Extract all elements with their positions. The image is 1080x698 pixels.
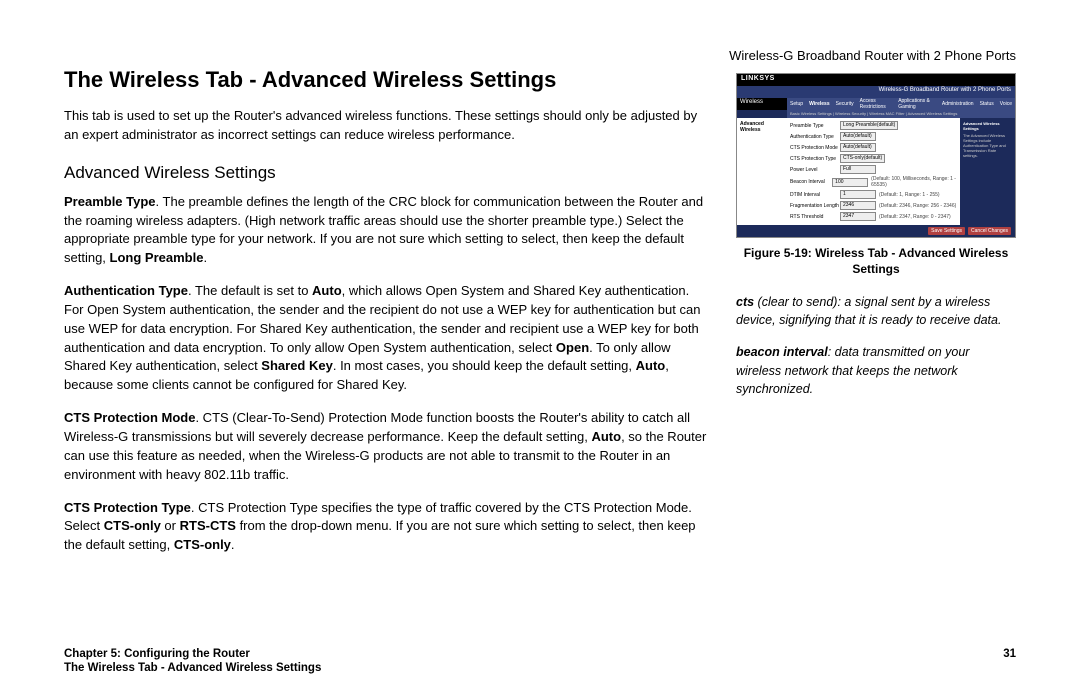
cts-type-lead: CTS Protection Type	[64, 500, 191, 515]
footer-section: The Wireless Tab - Advanced Wireless Set…	[64, 662, 1016, 674]
figure-form-row: Preamble TypeLong Preamble(default)	[790, 121, 957, 130]
figure-row-value: Long Preamble(default)	[840, 121, 898, 130]
preamble-tail-bold: Long Preamble	[110, 250, 204, 265]
footer-chapter: Chapter 5: Configuring the Router	[64, 648, 250, 660]
auth-b2: Open	[556, 340, 589, 355]
beacon-term: beacon interval	[736, 345, 828, 359]
figure-form-row: RTS Threshold2347(Default: 2347, Range: …	[790, 212, 957, 221]
tab-setup: Setup	[787, 101, 806, 107]
figure: LINKSYS Wireless-G Broadband Router with…	[736, 73, 1016, 277]
page-title: The Wireless Tab - Advanced Wireless Set…	[64, 67, 712, 93]
tab-admin: Administration	[939, 101, 977, 107]
side-label: Advanced Wireless	[737, 118, 787, 225]
figure-row-hint: (Default: 1, Range: 1 - 255)	[879, 192, 940, 198]
side-column: LINKSYS Wireless-G Broadband Router with…	[736, 67, 1016, 569]
cts-type-b3: CTS-only	[174, 537, 231, 552]
intro-paragraph: This tab is used to set up the Router's …	[64, 107, 712, 145]
figure-row-label: Fragmentation Length	[790, 203, 840, 209]
preamble-tail: .	[203, 250, 207, 265]
cts-def: (clear to send): a signal sent by a wire…	[736, 295, 1001, 327]
page-footer: Chapter 5: Configuring the Router 31 The…	[64, 648, 1016, 674]
figure-form-row: Fragmentation Length2346(Default: 2346, …	[790, 201, 957, 210]
figure-form-row: CTS Protection TypeCTS-only(default)	[790, 154, 957, 163]
figure-row-label: RTS Threshold	[790, 214, 840, 220]
router-ui-screenshot: LINKSYS Wireless-G Broadband Router with…	[736, 73, 1016, 238]
figure-caption: Figure 5-19: Wireless Tab - Advanced Wir…	[736, 246, 1016, 277]
auth-lead: Authentication Type	[64, 283, 188, 298]
preamble-paragraph: Preamble Type. The preamble defines the …	[64, 193, 712, 268]
figure-right-text: The Advanced Wireless Settings include A…	[963, 133, 1012, 158]
figure-row-value: Auto(default)	[840, 132, 876, 141]
figure-right-help: Advanced Wireless Settings The Advanced …	[960, 118, 1015, 225]
product-bar: Wireless-G Broadband Router with 2 Phone…	[737, 86, 1015, 98]
tab-access: Access Restrictions	[857, 98, 896, 110]
auth-p1: . The default is set to	[188, 283, 312, 298]
cts-mode-lead: CTS Protection Mode	[64, 410, 195, 425]
cancel-button: Cancel Changes	[968, 227, 1011, 235]
tab-security: Security	[833, 101, 857, 107]
figure-form-row: Power LevelFull	[790, 165, 957, 174]
figure-row-hint: (Default: 100, Milliseconds, Range: 1 - …	[871, 176, 957, 188]
cts-term: cts	[736, 295, 754, 309]
figure-row-label: Preamble Type	[790, 123, 840, 129]
cts-type-paragraph: CTS Protection Type. CTS Protection Type…	[64, 499, 712, 556]
figure-row-label: CTS Protection Mode	[790, 145, 840, 151]
figure-row-hint: (Default: 2347, Range: 0 - 2347)	[879, 214, 951, 220]
cts-type-b1: CTS-only	[104, 518, 161, 533]
sidenote-beacon: beacon interval: data transmitted on you…	[736, 343, 1016, 397]
tab-apps: Applications & Gaming	[895, 98, 939, 110]
figure-row-label: Authentication Type	[790, 134, 840, 140]
auth-b4: Auto	[636, 358, 666, 373]
tab-status: Status	[977, 101, 997, 107]
tab-voice: Voice	[997, 101, 1015, 107]
tab-row: Setup Wireless Security Access Restricti…	[787, 98, 1015, 110]
cts-mode-paragraph: CTS Protection Mode. CTS (Clear-To-Send)…	[64, 409, 712, 484]
auth-b1: Auto	[312, 283, 342, 298]
figure-row-value: Auto(default)	[840, 143, 876, 152]
cts-type-p4: .	[231, 537, 235, 552]
product-header: Wireless-G Broadband Router with 2 Phone…	[64, 48, 1016, 63]
figure-row-value: Full	[840, 165, 876, 174]
auth-paragraph: Authentication Type. The default is set …	[64, 282, 712, 395]
figure-form-row: DTIM Interval1(Default: 1, Range: 1 - 25…	[790, 190, 957, 199]
figure-row-value: CTS-only(default)	[840, 154, 885, 163]
figure-form: Preamble TypeLong Preamble(default)Authe…	[787, 118, 960, 225]
cts-mode-b1: Auto	[591, 429, 621, 444]
figure-row-label: CTS Protection Type	[790, 156, 840, 162]
cts-type-b2: RTS-CTS	[180, 518, 236, 533]
tab-wireless: Wireless	[806, 101, 833, 107]
figure-row-label: Beacon Interval	[790, 179, 832, 185]
auth-p4: . In most cases, you should keep the def…	[333, 358, 636, 373]
cts-type-p2: or	[161, 518, 180, 533]
sub-tabs: Basic Wireless Settings | Wireless Secur…	[787, 110, 1015, 118]
brand-bar: LINKSYS	[737, 74, 1015, 86]
figure-form-row: CTS Protection ModeAuto(default)	[790, 143, 957, 152]
figure-row-value: 2346	[840, 201, 876, 210]
figure-row-value: 100	[832, 178, 868, 187]
preamble-lead: Preamble Type	[64, 194, 156, 209]
footer-page-number: 31	[1003, 648, 1016, 660]
main-column: The Wireless Tab - Advanced Wireless Set…	[64, 67, 712, 569]
sidenote-cts: cts (clear to send): a signal sent by a …	[736, 293, 1016, 329]
figure-row-value: 1	[840, 190, 876, 199]
figure-form-row: Authentication TypeAuto(default)	[790, 132, 957, 141]
save-button: Save Settings	[928, 227, 965, 235]
figure-row-label: DTIM Interval	[790, 192, 840, 198]
auth-b3: Shared Key	[261, 358, 333, 373]
left-tab-label: Wireless	[737, 98, 787, 110]
figure-row-value: 2347	[840, 212, 876, 221]
figure-right-title: Advanced Wireless Settings	[963, 121, 1012, 131]
figure-form-row: Beacon Interval100(Default: 100, Millise…	[790, 176, 957, 188]
figure-row-hint: (Default: 2346, Range: 256 - 2346)	[879, 203, 956, 209]
section-heading: Advanced Wireless Settings	[64, 163, 712, 183]
figure-row-label: Power Level	[790, 167, 840, 173]
